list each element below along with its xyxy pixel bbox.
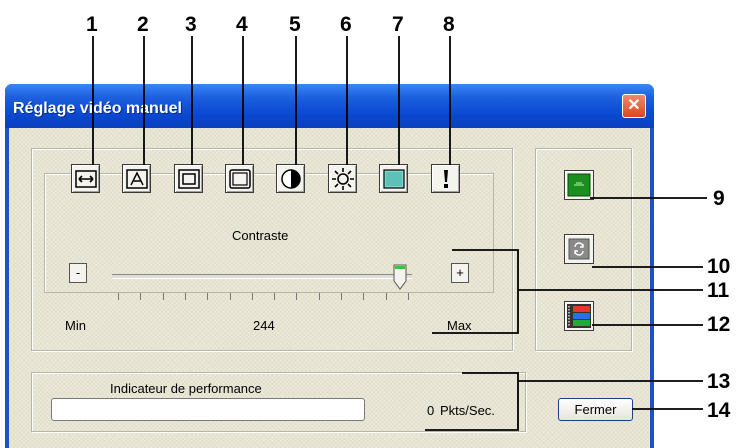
slider-tick [251,293,253,300]
slider-tick [184,293,186,300]
slider-tick [363,293,365,300]
callout-8: 8 [443,13,455,36]
picture-adjust-icon[interactable] [122,164,151,193]
callout-1: 1 [86,13,98,36]
decrease-button[interactable]: - [69,263,87,283]
slider-value: 244 [253,318,275,333]
brightness-icon[interactable] [328,164,357,193]
contrast-icon[interactable] [276,164,305,193]
slider-tick [341,293,343,300]
color-bars-icon[interactable] [564,301,594,331]
callout-2: 2 [137,13,149,36]
callout-5: 5 [289,13,301,36]
slider-max-label: Max [447,318,472,333]
slider-label: Contraste [232,228,289,243]
slider-tick [408,293,409,300]
slider-tick [229,293,231,300]
slider-tick [318,293,320,300]
callout-11: 11 [707,279,730,302]
window-title: Réglage vidéo manuel [13,100,182,117]
callout-14: 14 [707,399,731,422]
callout-9: 9 [713,187,725,210]
color-icon[interactable] [379,164,408,193]
slider-thumb[interactable] [393,264,407,290]
callout-6: 6 [340,13,352,36]
slider-min-label: Min [65,318,86,333]
slider-track[interactable] [112,274,412,279]
frame-outset-icon[interactable] [225,164,254,193]
slider-tick [162,293,164,300]
callout-3: 3 [185,13,197,36]
slider-tick [274,293,276,300]
close-icon: ✕ [627,97,641,114]
fermer-button[interactable]: Fermer [558,398,633,421]
callout-12: 12 [707,313,731,336]
close-window-button[interactable]: ✕ [622,94,646,118]
callout-4: 4 [236,13,248,36]
performance-rate: 0 [427,403,435,418]
performance-bar [51,398,365,421]
performance-unit: Pkts/Sec. [440,403,495,418]
callout-10: 10 [707,255,731,278]
increase-button[interactable]: + [451,263,469,283]
warning-icon[interactable] [431,164,460,193]
slider-tick [385,293,387,300]
refresh-icon[interactable] [564,234,594,264]
callout-7: 7 [392,13,404,36]
width-arrows-icon[interactable] [71,164,100,193]
slider-tick [140,293,142,300]
frame-inset-icon[interactable] [174,164,203,193]
callout-13: 13 [707,370,731,393]
performance-label: Indicateur de performance [110,381,262,396]
slider-tick [207,293,209,300]
slider-tick [296,293,298,300]
title-bar[interactable]: Réglage vidéo manuel ✕ [5,84,654,128]
slider-tick [118,293,119,300]
green-panel-icon[interactable] [564,170,594,200]
